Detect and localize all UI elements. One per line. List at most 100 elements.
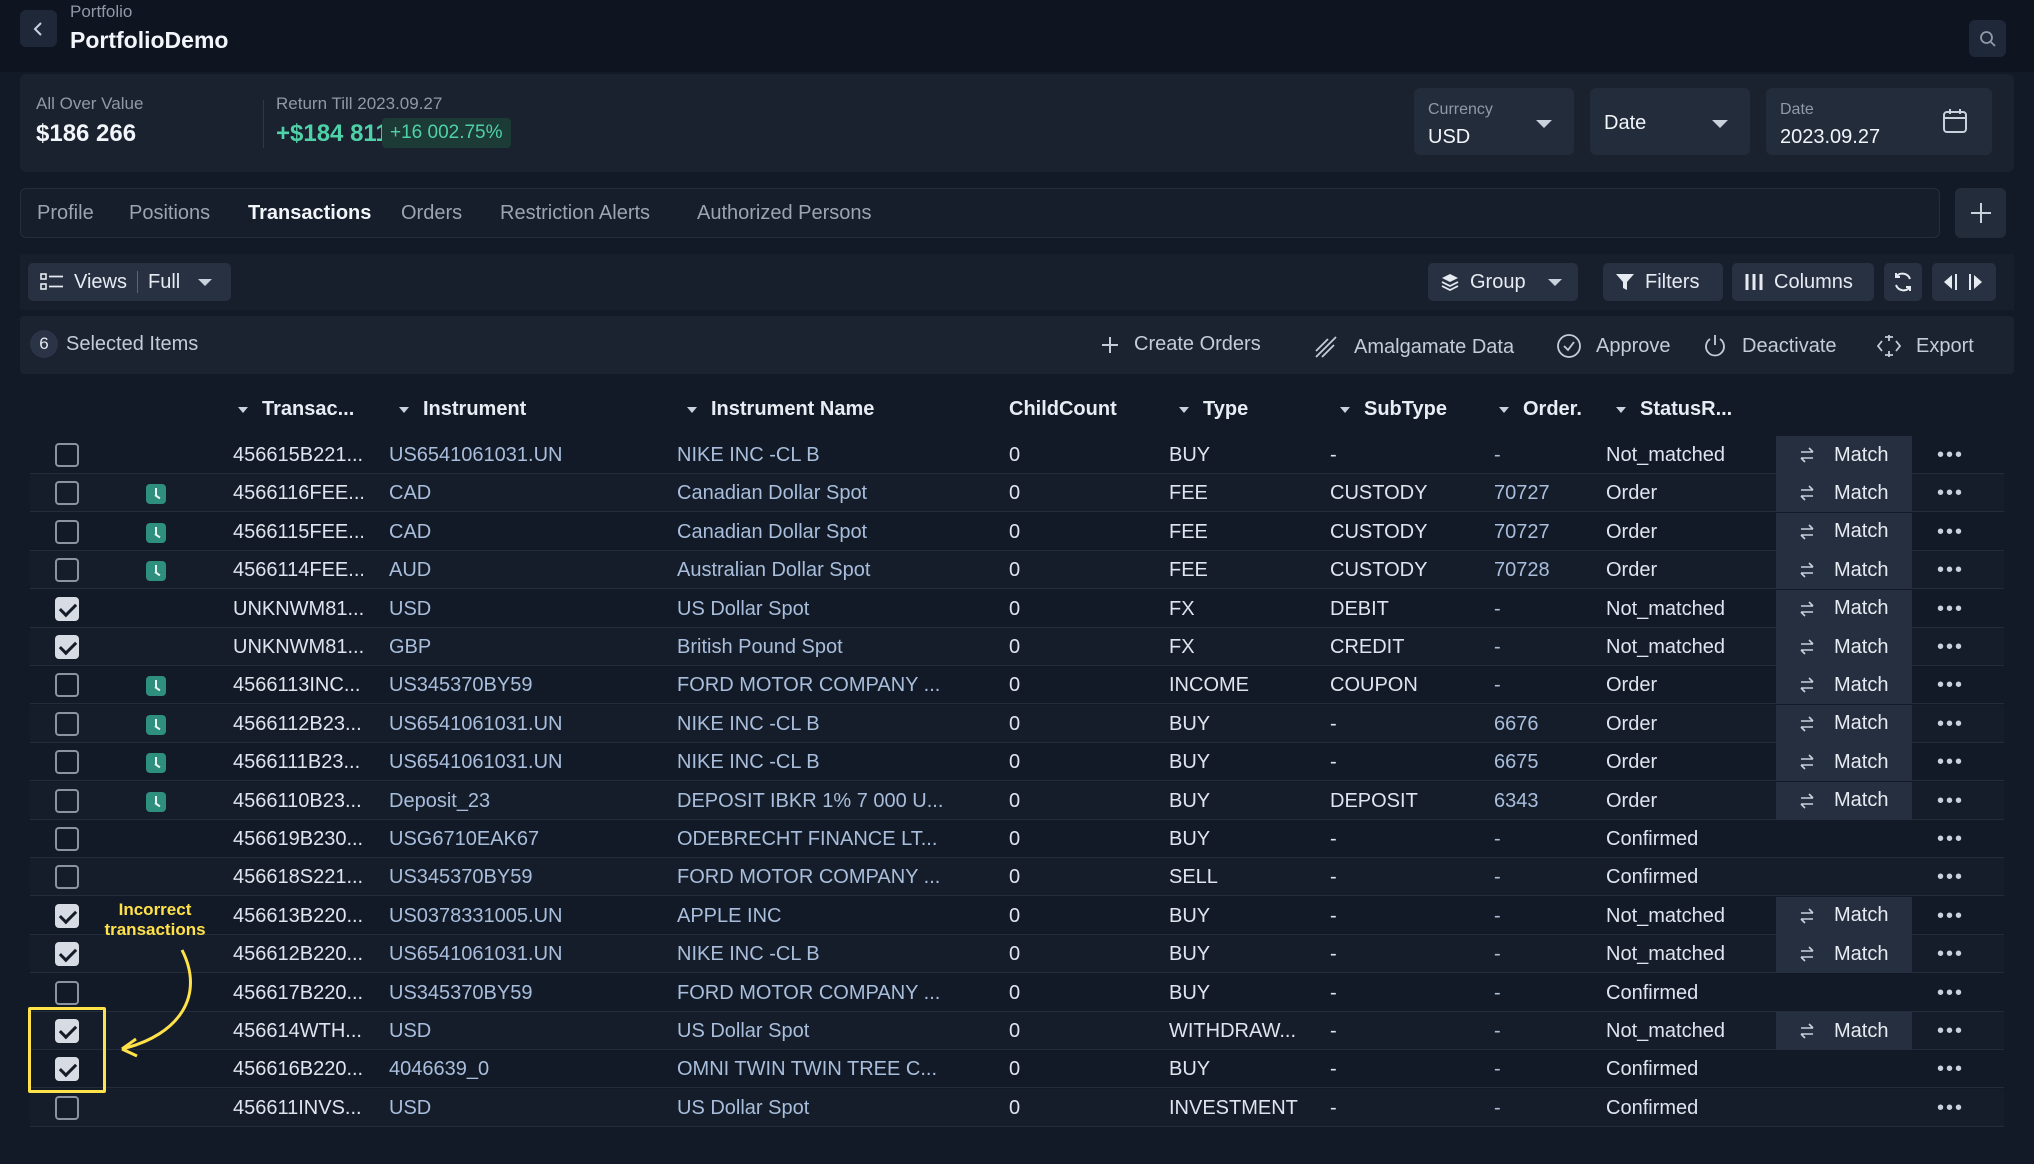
export-button[interactable]: Export: [1876, 333, 1974, 359]
column-header-type[interactable]: Type: [1179, 398, 1248, 421]
cell-instrument[interactable]: CAD: [389, 521, 579, 544]
cell-instrument[interactable]: Deposit_23: [389, 790, 579, 813]
more-options-icon[interactable]: •••: [1937, 905, 1964, 928]
cell-instrument[interactable]: US345370BY59: [389, 866, 579, 889]
table-row[interactable]: 4566116FEE... CAD Canadian Dollar Spot 0 FEE…: [30, 474, 2004, 513]
cell-instrument[interactable]: USD: [389, 598, 579, 621]
cell-order[interactable]: -: [1494, 943, 1501, 966]
currency-select[interactable]: Currency USD: [1414, 88, 1574, 155]
table-row[interactable]: 456616B220... 4046639_0 OMNI TWIN TWIN TRE…: [30, 1050, 2004, 1089]
more-options-icon[interactable]: •••: [1937, 1058, 1964, 1081]
group-select[interactable]: Group: [1428, 263, 1578, 301]
date-picker[interactable]: Date 2023.09.27: [1766, 88, 1992, 155]
cell-order[interactable]: 70727: [1494, 482, 1550, 505]
cell-transaction-id[interactable]: 456614WTH...: [233, 1020, 363, 1043]
more-options-icon[interactable]: •••: [1937, 713, 1964, 736]
breadcrumb[interactable]: Portfolio: [70, 2, 132, 22]
table-row[interactable]: UNKNWM81... USD US Dollar Spot 0 FX DEBIT - Not…: [30, 589, 2004, 628]
cell-instrument-name[interactable]: FORD MOTOR COMPANY ...: [677, 866, 977, 889]
row-checkbox[interactable]: [55, 827, 79, 851]
cell-order[interactable]: -: [1494, 982, 1501, 1005]
table-row[interactable]: 4566114FEE... AUD Australian Dollar Spot 0 F…: [30, 551, 2004, 590]
cell-instrument-name[interactable]: US Dollar Spot: [677, 1097, 977, 1120]
cell-instrument-name[interactable]: Canadian Dollar Spot: [677, 482, 977, 505]
cell-transaction-id[interactable]: 4566115FEE...: [233, 521, 363, 544]
create-orders-button[interactable]: Create Orders: [1100, 333, 1261, 356]
cell-order[interactable]: -: [1494, 828, 1501, 851]
cell-instrument[interactable]: US6541061031.UN: [389, 444, 579, 467]
cell-instrument[interactable]: AUD: [389, 559, 579, 582]
more-options-icon[interactable]: •••: [1937, 521, 1964, 544]
match-button[interactable]: Match: [1776, 589, 1912, 628]
more-options-icon[interactable]: •••: [1937, 828, 1964, 851]
table-row[interactable]: 456613B220... US0378331005.UN APPLE INC 0 BU…: [30, 896, 2004, 935]
date-mode-select[interactable]: Date: [1590, 88, 1750, 155]
column-header-childcount[interactable]: ChildCount: [1009, 398, 1117, 421]
cell-instrument[interactable]: US6541061031.UN: [389, 713, 579, 736]
cell-instrument[interactable]: CAD: [389, 482, 579, 505]
cell-order[interactable]: -: [1494, 598, 1501, 621]
row-checkbox[interactable]: [55, 596, 79, 621]
table-row[interactable]: 4566110B23... Deposit_23 DEPOSIT IBKR 1% 7…: [30, 781, 2004, 820]
cell-instrument-name[interactable]: US Dollar Spot: [677, 598, 977, 621]
more-options-icon[interactable]: •••: [1937, 751, 1964, 774]
cell-transaction-id[interactable]: 456611INVS...: [233, 1097, 363, 1120]
more-options-icon[interactable]: •••: [1937, 943, 1964, 966]
table-row[interactable]: 4566112B23... US6541061031.UN NIKE INC -CL…: [30, 704, 2004, 743]
deactivate-button[interactable]: Deactivate: [1702, 333, 1837, 359]
row-checkbox[interactable]: [55, 558, 79, 583]
match-button[interactable]: Match: [1776, 704, 1912, 743]
table-row[interactable]: UNKNWM81... GBP British Pound Spot 0 FX CREDI…: [30, 628, 2004, 666]
approve-button[interactable]: Approve: [1556, 333, 1671, 359]
more-options-icon[interactable]: •••: [1937, 482, 1964, 505]
match-button[interactable]: Match: [1776, 666, 1912, 705]
cell-transaction-id[interactable]: 456612B220...: [233, 943, 363, 966]
more-options-icon[interactable]: •••: [1937, 559, 1964, 582]
cell-instrument[interactable]: USD: [389, 1020, 579, 1043]
amalgamate-data-button[interactable]: Amalgamate Data: [1312, 333, 1514, 361]
cell-instrument[interactable]: USG6710EAK67: [389, 828, 579, 851]
cell-transaction-id[interactable]: 4566116FEE...: [233, 482, 363, 505]
cell-order[interactable]: -: [1494, 444, 1501, 467]
cell-instrument[interactable]: US6541061031.UN: [389, 943, 579, 966]
cell-instrument-name[interactable]: Australian Dollar Spot: [677, 559, 977, 582]
match-button[interactable]: Match: [1776, 896, 1912, 935]
table-row[interactable]: 4566113INC... US345370BY59 FORD MOTOR COMP…: [30, 666, 2004, 705]
search-button[interactable]: [1969, 20, 2006, 57]
cell-order[interactable]: 70727: [1494, 521, 1550, 544]
cell-instrument-name[interactable]: NIKE INC -CL B: [677, 444, 977, 467]
cell-transaction-id[interactable]: 4566113INC...: [233, 674, 363, 697]
table-row[interactable]: 4566115FEE... CAD Canadian Dollar Spot 0 FEE…: [30, 512, 2004, 551]
views-select[interactable]: Views Full: [28, 263, 231, 301]
cell-instrument-name[interactable]: British Pound Spot: [677, 636, 977, 659]
cell-order[interactable]: 6343: [1494, 790, 1539, 813]
cell-instrument[interactable]: US0378331005.UN: [389, 905, 579, 928]
tab-restriction-alerts[interactable]: Restriction Alerts: [500, 202, 650, 225]
match-button[interactable]: Match: [1776, 474, 1912, 513]
column-header-subtype[interactable]: SubType: [1340, 398, 1447, 421]
cell-order[interactable]: -: [1494, 905, 1501, 928]
table-row[interactable]: 456612B220... US6541061031.UN NIKE INC -CL…: [30, 935, 2004, 974]
cell-transaction-id[interactable]: UNKNWM81...: [233, 636, 363, 659]
more-options-icon[interactable]: •••: [1937, 674, 1964, 697]
cell-instrument[interactable]: GBP: [389, 636, 579, 659]
cell-instrument-name[interactable]: NIKE INC -CL B: [677, 751, 977, 774]
cell-transaction-id[interactable]: UNKNWM81...: [233, 598, 363, 621]
cell-transaction-id[interactable]: 456613B220...: [233, 905, 363, 928]
match-button[interactable]: Match: [1776, 743, 1912, 782]
cell-instrument-name[interactable]: NIKE INC -CL B: [677, 713, 977, 736]
cell-instrument-name[interactable]: APPLE INC: [677, 905, 977, 928]
table-row[interactable]: 456611INVS... USD US Dollar Spot 0 INVESTMEN…: [30, 1088, 2004, 1127]
cell-instrument-name[interactable]: FORD MOTOR COMPANY ...: [677, 982, 977, 1005]
cell-transaction-id[interactable]: 456618S221...: [233, 866, 363, 889]
add-tab-button[interactable]: [1955, 188, 2006, 238]
column-header-instrument-name[interactable]: Instrument Name: [687, 398, 874, 421]
more-options-icon[interactable]: •••: [1937, 1020, 1964, 1043]
cell-transaction-id[interactable]: 4566111B23...: [233, 751, 363, 774]
row-checkbox[interactable]: [55, 750, 79, 775]
cell-instrument-name[interactable]: Canadian Dollar Spot: [677, 521, 977, 544]
match-button[interactable]: Match: [1776, 512, 1912, 551]
tab-profile[interactable]: Profile: [37, 202, 94, 225]
cell-transaction-id[interactable]: 4566112B23...: [233, 713, 363, 736]
cell-instrument-name[interactable]: OMNI TWIN TWIN TREE C...: [677, 1058, 977, 1081]
